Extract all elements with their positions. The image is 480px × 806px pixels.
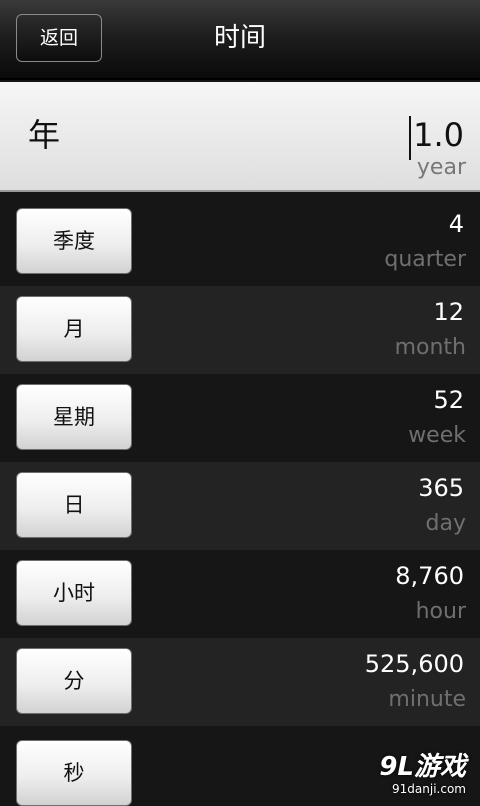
day-unit-name: day xyxy=(425,511,466,536)
quarter-button[interactable]: 季度 xyxy=(16,208,132,274)
hour-button[interactable]: 小时 xyxy=(16,560,132,626)
minute-unit-name: minute xyxy=(388,687,466,712)
minute-value: 525,600 xyxy=(364,650,464,678)
input-unit-name: year xyxy=(416,155,466,180)
input-unit-row[interactable]: 年 1.0 year xyxy=(0,82,480,192)
input-unit-label: 年 xyxy=(28,116,61,154)
week-button[interactable]: 星期 xyxy=(16,384,132,450)
month-value: 12 xyxy=(433,298,464,326)
unit-row-minute: 分 525,600 minute xyxy=(0,638,480,726)
month-button[interactable]: 月 xyxy=(16,296,132,362)
page-title: 时间 xyxy=(213,23,266,53)
unit-row-quarter: 季度 4 quarter xyxy=(0,198,480,286)
week-value: 52 xyxy=(433,386,464,414)
hour-value: 8,760 xyxy=(395,562,464,590)
quarter-unit-name: quarter xyxy=(384,247,466,272)
week-unit-name: week xyxy=(408,423,466,448)
day-button[interactable]: 日 xyxy=(16,472,132,538)
unit-row-week: 星期 52 week xyxy=(0,374,480,462)
hour-unit-name: hour xyxy=(415,599,466,624)
unit-row-day: 日 365 day xyxy=(0,462,480,550)
unit-row-month: 月 12 month xyxy=(0,286,480,374)
day-value: 365 xyxy=(418,474,464,502)
input-value: 1.0 xyxy=(413,116,464,154)
top-bar: 返回 时间 xyxy=(0,0,480,80)
watermark-url: 91danji.com xyxy=(392,782,466,796)
unit-row-hour: 小时 8,760 hour xyxy=(0,550,480,638)
quarter-value: 4 xyxy=(448,210,464,238)
month-unit-name: month xyxy=(394,335,466,360)
watermark-brand: 9L游戏 xyxy=(379,752,466,782)
text-cursor xyxy=(409,116,412,160)
input-value-field[interactable]: 1.0 xyxy=(409,116,464,160)
second-button[interactable]: 秒 xyxy=(16,740,132,806)
watermark: 9L游戏 91danji.com xyxy=(379,752,466,796)
minute-button[interactable]: 分 xyxy=(16,648,132,714)
